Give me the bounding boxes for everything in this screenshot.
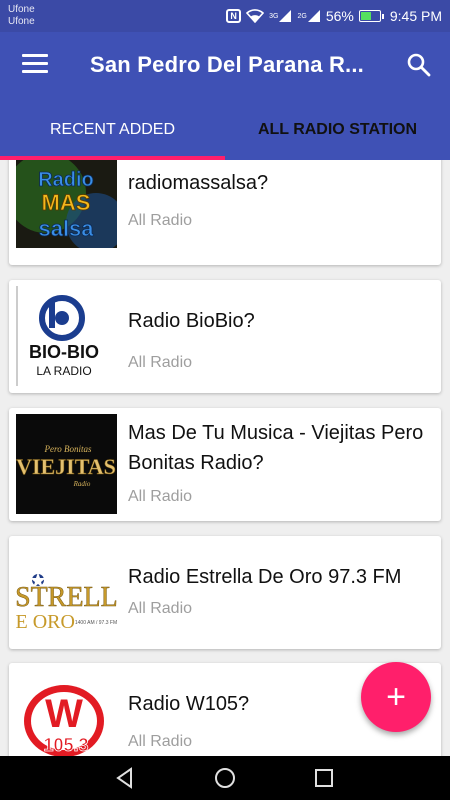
station-category: All Radio (128, 600, 193, 617)
network-type-2g: 2G (297, 12, 307, 20)
signal-icon-2: 2G (297, 9, 320, 23)
station-title: radiomassalsa? (128, 172, 269, 194)
radio-mas-salsa-logo: Radio MAS salsa (16, 160, 117, 248)
svg-text:Radio: Radio (73, 480, 91, 488)
signal-icon-1: 3G (269, 9, 292, 23)
back-icon[interactable] (111, 764, 139, 792)
home-icon[interactable] (211, 764, 239, 792)
tab-bar: RECENT ADDED ALL RADIO STATION (0, 100, 450, 160)
tab-all-radio-station[interactable]: ALL RADIO STATION (225, 100, 450, 160)
svg-text:Pero Bonitas: Pero Bonitas (44, 444, 92, 454)
carrier-label-1: Ufone (8, 4, 35, 15)
add-button[interactable]: + (361, 662, 431, 732)
svg-text:W: W (45, 692, 83, 736)
viejitas-logo: Pero Bonitas VIEJITAS Radio (16, 414, 117, 514)
svg-text:ESTRELLA: ESTRELLA (16, 582, 117, 613)
station-category: All Radio (128, 733, 193, 750)
clock-time: 9:45 PM (389, 8, 442, 24)
carrier-label-2: Ufone (8, 16, 35, 27)
station-category: All Radio (128, 488, 193, 505)
battery-icon (358, 10, 384, 22)
station-title: Radio Estrella De Oro 97.3 FM (128, 566, 402, 588)
svg-text:Radio: Radio (38, 169, 94, 191)
station-card[interactable]: ESTRELLA DE ORO 1400 AM / 97.3 FM Radio … (9, 536, 441, 649)
app-bar: San Pedro Del Parana R... (0, 32, 450, 100)
estrella-de-oro-logo: ESTRELLA DE ORO 1400 AM / 97.3 FM (16, 542, 117, 642)
page-title: San Pedro Del Parana R... (90, 52, 364, 77)
svg-text:DE ORO: DE ORO (16, 611, 75, 633)
nfc-icon: N (226, 9, 242, 23)
bio-bio-logo-text: BIO-BIO (29, 342, 99, 362)
svg-text:105.3: 105.3 (43, 735, 88, 755)
station-title: Mas De Tu Musica - Viejitas Pero Bonitas… (128, 422, 424, 474)
station-card[interactable]: BIO-BIO LA RADIO Radio BioBio? All Radio (9, 280, 441, 393)
svg-text:1400 AM / 97.3 FM: 1400 AM / 97.3 FM (75, 620, 117, 626)
svg-text:VIEJITAS: VIEJITAS (16, 454, 116, 479)
w105-logo: W 105.3 (16, 671, 117, 756)
navigation-bar (0, 756, 450, 800)
station-title: Radio BioBio? (128, 310, 255, 332)
station-category: All Radio (128, 212, 193, 229)
status-bar: Ufone Ufone N 3G 2G 56% 9:45 PM (0, 0, 450, 32)
la-radio-logo-text: LA RADIO (36, 364, 91, 378)
svg-text:MAS: MAS (42, 190, 91, 215)
wifi-icon (246, 9, 265, 23)
recents-icon[interactable] (310, 764, 338, 792)
svg-text:salsa: salsa (38, 216, 94, 241)
station-category: All Radio (128, 354, 193, 371)
bio-bio-la-radio-logo: BIO-BIO LA RADIO (16, 286, 117, 386)
network-type-3g: 3G (269, 12, 279, 20)
tab-recent-added[interactable]: RECENT ADDED (0, 100, 225, 160)
hamburger-menu-icon[interactable] (22, 54, 48, 76)
station-card[interactable]: Pero Bonitas VIEJITAS Radio Mas De Tu Mu… (9, 408, 441, 521)
station-card[interactable]: Radio MAS salsa radiomassalsa? All Radio (9, 160, 441, 265)
battery-percent: 56% (325, 8, 354, 24)
search-icon[interactable] (406, 52, 432, 78)
